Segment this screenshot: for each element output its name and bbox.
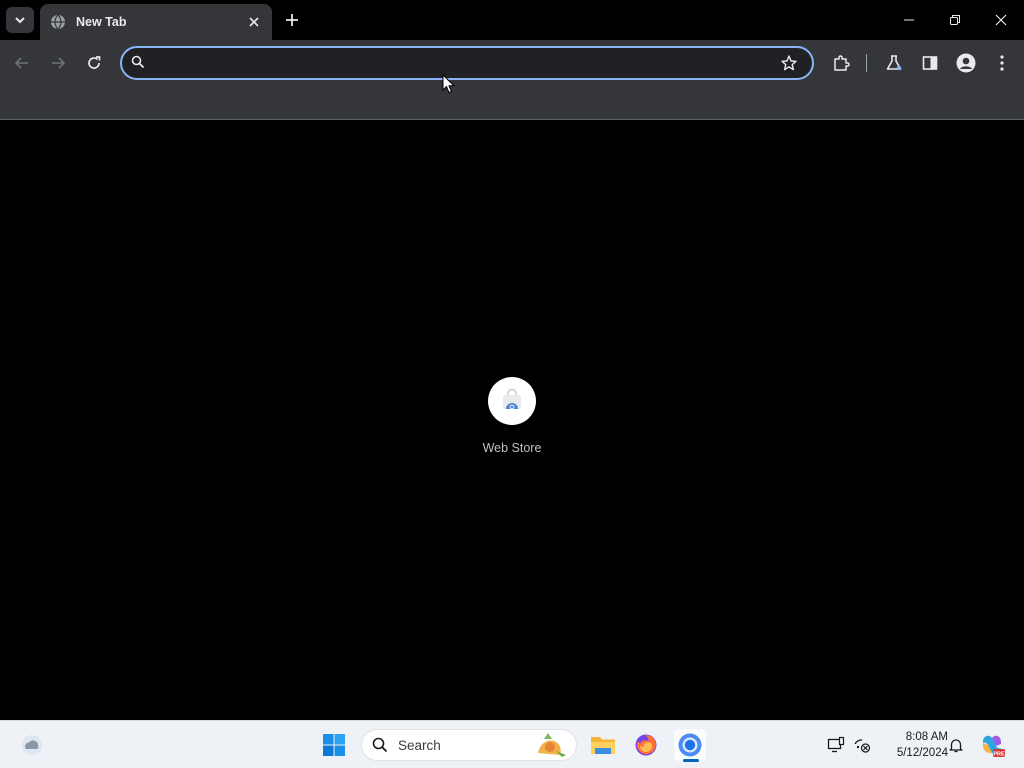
copilot-button[interactable]: PRE [976, 729, 1008, 761]
taskbar-search-box[interactable]: Search [361, 729, 577, 761]
clock-time: 8:08 AM [905, 731, 948, 743]
restore-button[interactable] [932, 0, 978, 40]
shortcut-tile [488, 377, 536, 425]
reload-button[interactable] [80, 49, 108, 77]
firefox-button[interactable] [630, 729, 662, 761]
file-explorer-icon [591, 737, 615, 754]
title-bar: New Tab [0, 0, 1024, 40]
bell-icon [949, 739, 963, 753]
search-icon [372, 737, 388, 753]
address-bar[interactable] [120, 46, 814, 80]
shortcut-label: Web Store [482, 441, 542, 455]
labs-button[interactable] [882, 51, 906, 75]
search-icon [131, 55, 147, 71]
taskbar: Search 8:08 AM 5/12/2024 PRE [0, 720, 1024, 768]
tab-new-tab[interactable]: New Tab [40, 4, 272, 40]
side-panel-button[interactable] [918, 51, 942, 75]
close-icon [249, 17, 259, 27]
new-tab-page: Web Store [0, 121, 1024, 720]
notifications-button[interactable] [941, 729, 971, 761]
shortcut-web-store[interactable]: Web Store [472, 377, 552, 467]
restore-icon [950, 15, 960, 25]
web-store-icon [503, 389, 521, 410]
close-window-button[interactable] [978, 0, 1024, 40]
globe-icon [50, 14, 66, 30]
search-highlight-icon [538, 733, 566, 757]
system-clock[interactable]: 8:08 AM 5/12/2024 [878, 729, 948, 763]
network-disconnected-icon [854, 739, 871, 753]
start-button[interactable] [318, 729, 350, 761]
file-explorer-button[interactable] [587, 729, 619, 761]
weather-widget-button[interactable] [16, 729, 48, 761]
menu-button[interactable] [990, 51, 1014, 75]
arrow-left-icon [14, 57, 28, 69]
chevron-down-icon [15, 17, 25, 24]
chrome-icon [678, 733, 702, 757]
firefox-icon [635, 734, 657, 756]
avatar-icon [956, 53, 976, 73]
minimize-button[interactable] [886, 0, 932, 40]
clock-date: 5/12/2024 [896, 747, 948, 759]
close-icon [995, 14, 1007, 26]
browser-toolbar [0, 40, 1024, 86]
plus-icon [286, 14, 298, 26]
side-panel-icon [922, 56, 938, 70]
weather-icon [22, 735, 42, 755]
reload-icon [88, 56, 101, 69]
minimize-icon [904, 19, 914, 21]
chrome-button[interactable] [674, 729, 706, 761]
bookmark-star-icon[interactable] [780, 54, 798, 72]
address-input[interactable] [155, 51, 780, 75]
windows-logo-icon [323, 734, 345, 756]
close-tab-button[interactable] [246, 14, 262, 30]
puzzle-icon [834, 55, 850, 71]
forward-button[interactable] [44, 49, 72, 77]
flask-icon [886, 55, 902, 71]
taskbar-search-label: Search [398, 737, 441, 753]
profile-button[interactable] [954, 51, 978, 75]
extensions-button[interactable] [829, 51, 853, 75]
new-tab-button[interactable] [280, 8, 304, 32]
arrow-right-icon [52, 57, 66, 69]
toolbar-separator [866, 54, 867, 72]
back-button[interactable] [8, 49, 36, 77]
svg-text:PRE: PRE [993, 751, 1005, 757]
copilot-icon: PRE [983, 735, 1005, 757]
device-icon [827, 736, 845, 753]
tab-search-button[interactable] [6, 7, 34, 33]
bookmarks-bar [0, 86, 1024, 120]
network-tray-button[interactable] [847, 729, 877, 761]
mouse-cursor-icon [442, 74, 456, 94]
more-vertical-icon [1000, 55, 1004, 71]
active-app-indicator [683, 759, 699, 762]
tab-title: New Tab [76, 15, 127, 29]
